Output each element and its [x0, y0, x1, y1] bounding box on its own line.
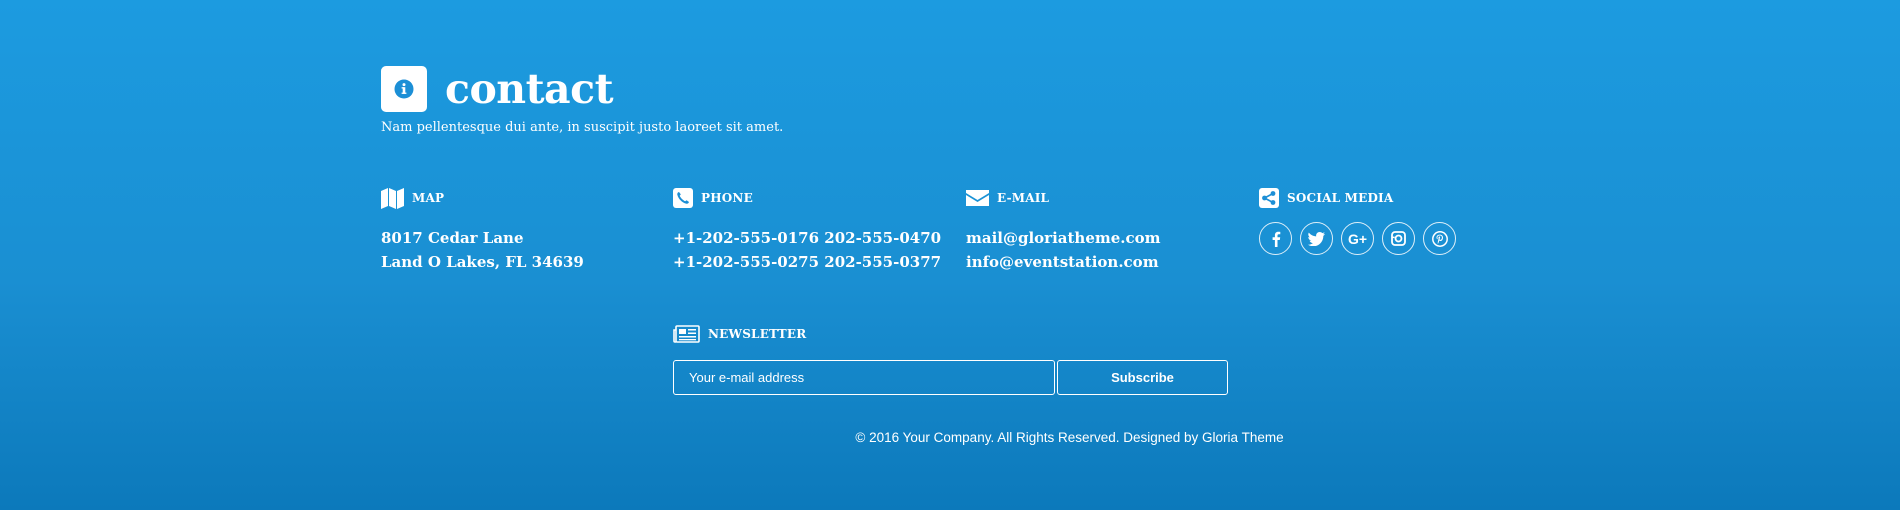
phone-icon	[673, 188, 693, 208]
email-link[interactable]: mail@gloriatheme.com	[966, 226, 1246, 250]
envelope-icon	[966, 189, 989, 207]
instagram-icon[interactable]	[1382, 222, 1415, 255]
page-title: contact	[445, 65, 614, 113]
pinterest-icon[interactable]	[1423, 222, 1456, 255]
newsletter-section: NEWSLETTER Subscribe	[673, 322, 1228, 395]
phone-line[interactable]: +1-202-555-0176 202-555-0470	[673, 226, 953, 250]
phone-label: PHONE	[701, 191, 753, 205]
email-addresses: mail@gloriatheme.com info@eventstation.c…	[966, 226, 1246, 274]
section-header: contact	[381, 65, 614, 113]
page-subtitle: Nam pellentesque dui ante, in suscipit j…	[381, 120, 784, 135]
map-label: MAP	[412, 191, 445, 205]
share-icon	[1259, 188, 1279, 208]
email-label: E-MAIL	[997, 191, 1050, 205]
contact-section: contact Nam pellentesque dui ante, in su…	[381, 0, 1531, 510]
phone-numbers: +1-202-555-0176 202-555-0470 +1-202-555-…	[673, 226, 953, 274]
phone-line[interactable]: +1-202-555-0275 202-555-0377	[673, 250, 953, 274]
twitter-icon[interactable]	[1300, 222, 1333, 255]
subscribe-button[interactable]: Subscribe	[1057, 360, 1228, 395]
copyright-text: © 2016 Your Company. All Rights Reserved…	[855, 430, 1284, 445]
info-icon	[381, 66, 427, 112]
address: 8017 Cedar Lane Land O Lakes, FL 34639	[381, 226, 661, 274]
newsletter-label: NEWSLETTER	[708, 327, 807, 341]
email-column: E-MAIL mail@gloriatheme.com info@eventst…	[966, 186, 1246, 274]
social-label: SOCIAL MEDIA	[1287, 191, 1394, 205]
social-column: SOCIAL MEDIA G+	[1259, 186, 1539, 255]
facebook-icon[interactable]	[1259, 222, 1292, 255]
newspaper-icon	[673, 325, 700, 343]
google-plus-icon[interactable]: G+	[1341, 222, 1374, 255]
address-line: Land O Lakes, FL 34639	[381, 253, 584, 271]
map-column: MAP 8017 Cedar Lane Land O Lakes, FL 346…	[381, 186, 661, 274]
email-link[interactable]: info@eventstation.com	[966, 250, 1246, 274]
social-links: G+	[1259, 222, 1539, 255]
map-icon	[381, 187, 404, 209]
address-line: 8017 Cedar Lane	[381, 229, 524, 247]
newsletter-email-input[interactable]	[673, 360, 1055, 395]
phone-column: PHONE +1-202-555-0176 202-555-0470 +1-20…	[673, 186, 953, 274]
newsletter-form: Subscribe	[673, 360, 1228, 395]
